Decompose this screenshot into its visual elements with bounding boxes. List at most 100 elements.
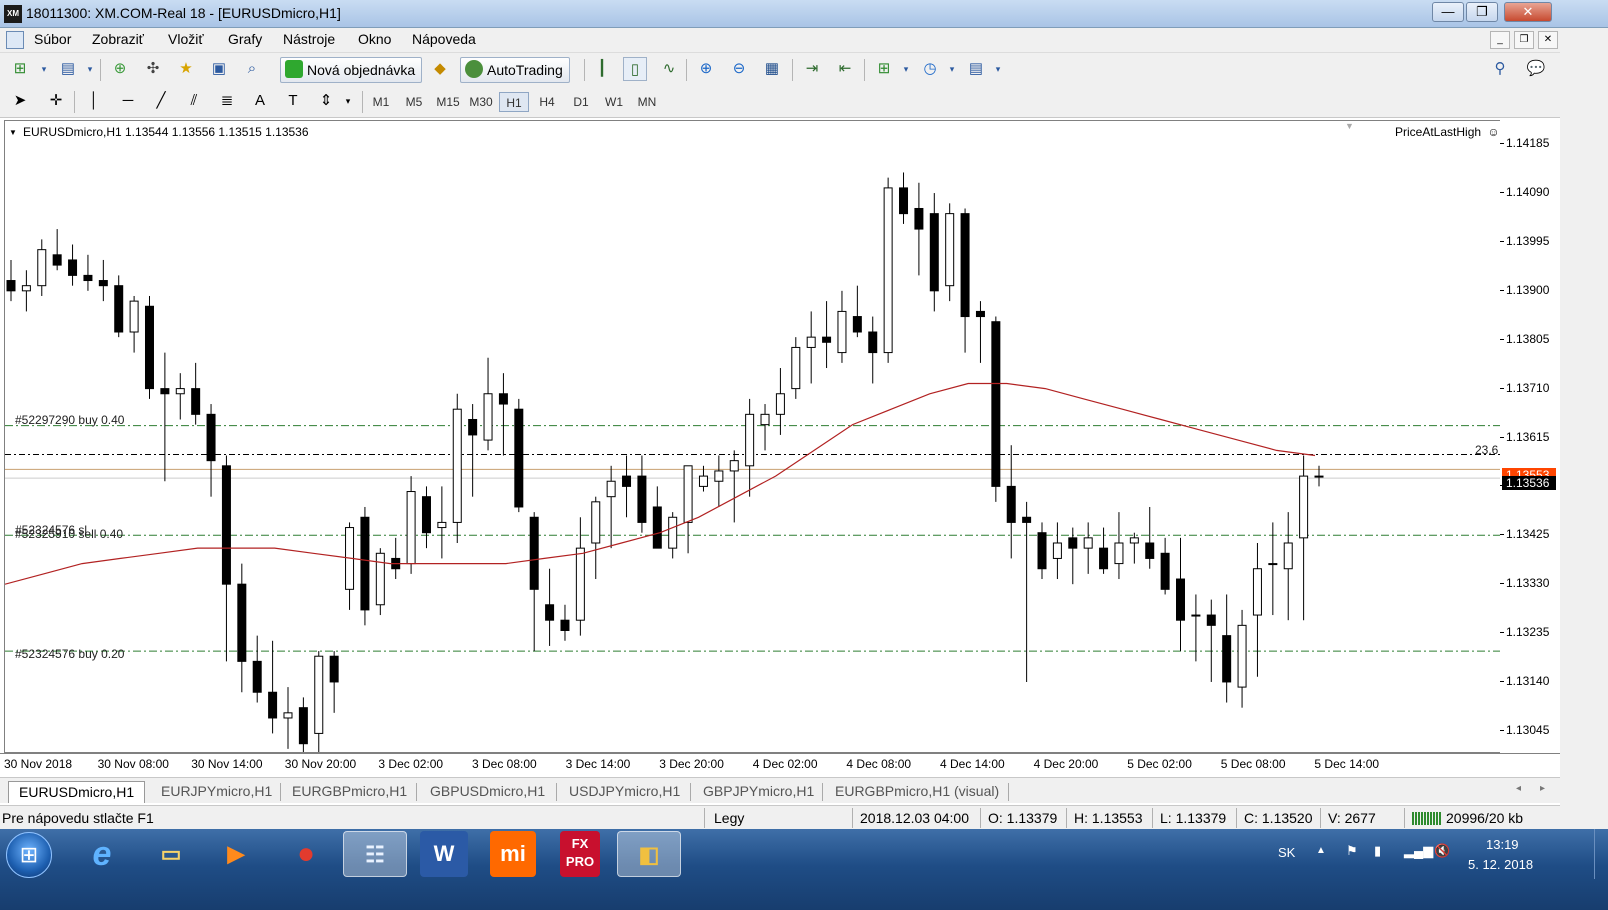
line-chart-icon[interactable]: ∿ (657, 57, 681, 81)
tab-gbpjpy[interactable]: GBPJPYmicro,H1 (703, 781, 814, 803)
timeframe-h1[interactable]: H1 (499, 92, 529, 112)
templates-dropdown-icon[interactable]: ▾ (986, 57, 1010, 81)
menu-view[interactable]: Zobraziť (92, 31, 144, 47)
indicators-dropdown-icon[interactable]: ▾ (894, 57, 918, 81)
arrows-icon[interactable]: ⇕ (314, 89, 338, 113)
tile-windows-icon[interactable]: ▦ (760, 57, 784, 81)
menu-insert[interactable]: Vložiť (168, 31, 204, 47)
network-app-icon[interactable]: ☷ (343, 831, 407, 877)
media-player-icon[interactable]: ▶ (204, 831, 268, 877)
mdi-restore-button[interactable]: ❐ (1514, 31, 1534, 49)
mi-icon[interactable]: mi (490, 831, 536, 877)
terminal-icon[interactable]: ▣ (207, 57, 231, 81)
tab-eurusd[interactable]: EURUSDmicro,H1 (8, 781, 146, 803)
restore-button[interactable]: ❐ (1466, 2, 1498, 22)
indicators-icon[interactable]: ⊞ (872, 57, 896, 81)
battery-icon[interactable]: ▮ (1374, 843, 1381, 859)
profiles-dropdown-icon[interactable]: ▾ (78, 57, 102, 81)
flag-icon[interactable]: ⚑ (1346, 843, 1358, 859)
bear-candle (237, 583, 247, 662)
text-icon[interactable]: A (248, 89, 272, 113)
timeframe-d1[interactable]: D1 (566, 92, 596, 112)
bull-candle (437, 521, 447, 529)
tab-eurjpy[interactable]: EURJPYmicro,H1 (161, 781, 272, 803)
timeframe-w1[interactable]: W1 (599, 92, 629, 112)
mdi-close-button[interactable]: ✕ (1538, 31, 1558, 49)
bull-candle (791, 346, 801, 390)
search-icon[interactable]: ⚲ (1488, 57, 1512, 81)
tab-scroll-left-icon[interactable]: ◂ (1516, 783, 1521, 794)
new-chart-icon[interactable]: ⊞ (8, 57, 32, 81)
timeframe-m1[interactable]: M1 (366, 92, 396, 112)
metatrader-icon[interactable]: ◧ (617, 831, 681, 877)
fxpro-icon[interactable]: FX PRO (560, 831, 600, 877)
price-axis[interactable]: 1.14185 1.14090 1.13995 1.13900 1.13805 1.137… (1500, 120, 1560, 753)
chart-shift-icon[interactable]: ⇤ (833, 57, 857, 81)
zoom-in-icon[interactable]: ⊕ (694, 57, 718, 81)
timeframe-m15[interactable]: M15 (433, 92, 463, 112)
expert-advisor-icon[interactable]: ◆ (428, 57, 452, 81)
menu-file[interactable]: Súbor (34, 31, 71, 47)
favorites-icon[interactable]: ★ (174, 57, 198, 81)
menu-window[interactable]: Okno (358, 31, 391, 47)
minimize-button[interactable]: — (1432, 2, 1464, 22)
candlestick-icon[interactable]: ▯ (623, 57, 647, 81)
autotrading-button[interactable]: AutoTrading (460, 57, 570, 83)
arrows-dropdown-icon[interactable]: ▾ (336, 89, 360, 113)
equidistant-channel-icon[interactable]: ⫽ (182, 89, 206, 113)
time-axis[interactable]: 30 Nov 2018 30 Nov 08:00 30 Nov 14:00 30 No… (0, 753, 1560, 777)
timeframe-m5[interactable]: M5 (399, 92, 429, 112)
timeframe-m30[interactable]: M30 (466, 92, 496, 112)
timeframe-h4[interactable]: H4 (532, 92, 562, 112)
timeframe-mn[interactable]: MN (632, 92, 662, 112)
chart-canvas[interactable] (5, 121, 1504, 753)
cursor-icon[interactable]: ➤ (8, 89, 32, 113)
start-button[interactable]: ⊞ (6, 832, 52, 878)
tab-gbpusd[interactable]: GBPUSDmicro,H1 (430, 781, 545, 803)
clock-date[interactable]: 5. 12. 2018 (1468, 857, 1533, 872)
price-chart[interactable]: ▼ EURUSDmicro,H1 1.13544 1.13556 1.13515… (4, 120, 1504, 753)
chart-window-icon[interactable] (6, 31, 24, 49)
chrome-icon[interactable]: ● (274, 831, 338, 877)
language-indicator[interactable]: SK (1278, 845, 1295, 860)
chat-icon[interactable]: 💬 (1524, 57, 1548, 81)
menu-help[interactable]: Nápoveda (412, 31, 476, 47)
new-order-button[interactable]: Nová objednávka (280, 57, 423, 83)
auto-scroll-icon[interactable]: ⇥ (800, 57, 824, 81)
tab-scroll-right-icon[interactable]: ▸ (1540, 783, 1545, 794)
tab-usdjpy[interactable]: USDJPYmicro,H1 (569, 781, 680, 803)
close-button[interactable]: ✕ (1504, 2, 1552, 22)
menu-tools[interactable]: Nástroje (283, 31, 335, 47)
periods-dropdown-icon[interactable]: ▾ (940, 57, 964, 81)
tab-eurgbp[interactable]: EURGBPmicro,H1 (292, 781, 407, 803)
clock-time[interactable]: 13:19 (1486, 837, 1519, 852)
vertical-line-icon[interactable]: │ (82, 89, 106, 113)
crosshair-icon[interactable]: ✛ (44, 89, 68, 113)
horizontal-line-icon[interactable]: ─ (116, 89, 140, 113)
text-label-icon[interactable]: T (281, 89, 305, 113)
word-icon[interactable]: W (420, 831, 468, 877)
tray-expand-icon[interactable]: ▲ (1316, 845, 1326, 856)
templates-icon[interactable]: ▤ (964, 57, 988, 81)
zoom-out-icon[interactable]: ⊖ (727, 57, 751, 81)
strategy-tester-icon[interactable]: ⌕ (240, 57, 264, 81)
show-desktop-button[interactable] (1594, 829, 1608, 879)
fibonacci-icon[interactable]: ≣ (215, 89, 239, 113)
file-explorer-icon[interactable]: ▭ (139, 831, 203, 877)
new-chart-dropdown-icon[interactable]: ▾ (32, 57, 56, 81)
volume-muted-icon[interactable]: 🔇 (1434, 843, 1450, 859)
bull-candle (1052, 542, 1062, 559)
mdi-minimize-button[interactable]: _ (1490, 31, 1510, 49)
profiles-icon[interactable]: ▤ (56, 57, 80, 81)
shift-marker-icon[interactable]: ▼ (1345, 121, 1354, 131)
crosshair-navigator-icon[interactable]: ✣ (141, 57, 165, 81)
periods-icon[interactable]: ◷ (918, 57, 942, 81)
menu-charts[interactable]: Grafy (228, 31, 262, 47)
network-signal-icon[interactable]: ▂▄▆ (1404, 843, 1433, 859)
tab-eurgbp-visual[interactable]: EURGBPmicro,H1 (visual) (835, 781, 999, 803)
market-watch-icon[interactable]: ⊕ (108, 57, 132, 81)
bar-chart-icon[interactable]: ┃ (590, 57, 614, 81)
price-tick-mark (1500, 289, 1504, 291)
trendline-icon[interactable]: ╱ (149, 89, 173, 113)
internet-explorer-icon[interactable]: e (70, 831, 134, 877)
